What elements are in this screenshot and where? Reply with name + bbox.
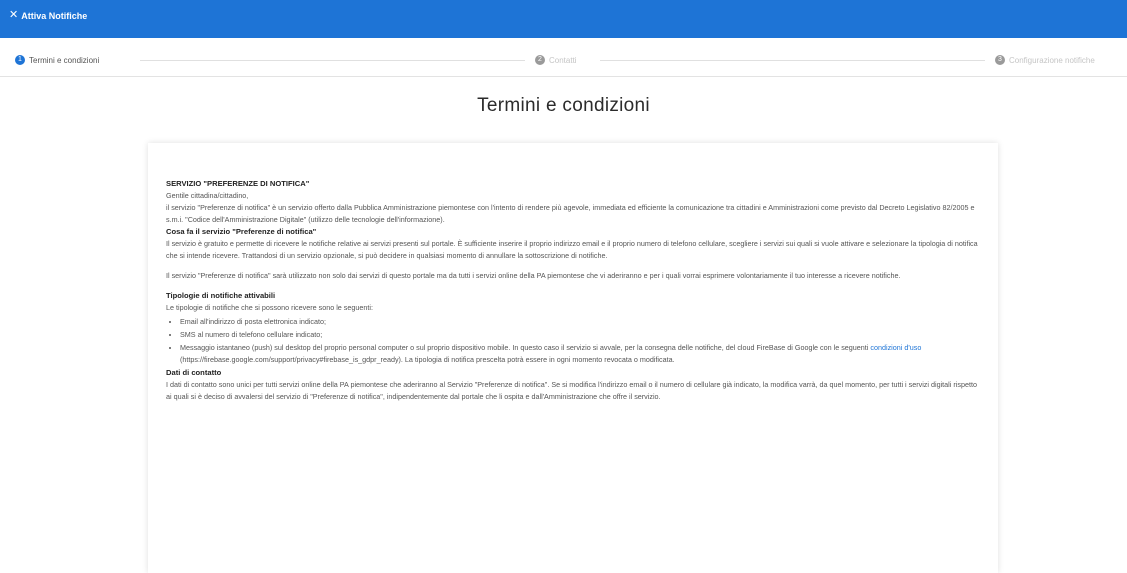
terms-content: SERVIZIO "PREFERENZE DI NOTIFICA" Gentil… <box>166 178 984 403</box>
window-title: Attiva Notifiche <box>21 11 88 21</box>
push-text-after: (https://firebase.google.com/support/pri… <box>180 355 675 364</box>
list-item: Messaggio istantaneo (push) sul desktop … <box>180 342 984 366</box>
push-text-before: Messaggio istantaneo (push) sul desktop … <box>180 343 871 352</box>
step-number: 2 <box>535 55 545 65</box>
types-intro: Le tipologie di notifiche che si possono… <box>166 303 373 312</box>
terms-heading: SERVIZIO "PREFERENZE DI NOTIFICA" <box>166 179 310 188</box>
terms-of-use-link[interactable]: condizioni d'uso <box>870 343 921 352</box>
what-heading: Cosa fa il servizio "Preferenze di notif… <box>166 227 317 236</box>
step-label: Configurazione notifiche <box>1009 55 1095 65</box>
terms-greeting: Gentile cittadina/cittadino, <box>166 191 249 200</box>
step-configuration[interactable]: 3 Configurazione notifiche <box>995 55 1095 65</box>
what-text: Il servizio è gratuito e permette di ric… <box>166 239 978 260</box>
terms-intro: il servizio "Preferenze di notifica" è u… <box>166 203 975 224</box>
stepper: 1 Termini e condizioni 2 Contatti 3 Conf… <box>0 46 1127 77</box>
step-number: 1 <box>15 55 25 65</box>
list-item: SMS al numero di telefono cellulare indi… <box>180 329 984 341</box>
list-item: Email all'indirizzo di posta elettronica… <box>180 316 984 328</box>
contacts-text: I dati di contatto sono unici per tutti … <box>166 380 977 401</box>
step-connector <box>140 60 525 61</box>
close-icon[interactable]: ✕ <box>9 10 18 21</box>
contacts-heading: Dati di contatto <box>166 368 222 377</box>
step-terms[interactable]: 1 Termini e condizioni <box>15 55 99 65</box>
step-label: Termini e condizioni <box>29 55 100 65</box>
step-connector <box>600 60 985 61</box>
app-header: ✕ Attiva Notifiche <box>0 0 1127 38</box>
terms-card: SERVIZIO "PREFERENZE DI NOTIFICA" Gentil… <box>148 143 998 573</box>
types-heading: Tipologie di notifiche attivabili <box>166 291 276 300</box>
step-number: 3 <box>995 55 1005 65</box>
page-title: Termini e condizioni <box>477 95 650 116</box>
step-contacts[interactable]: 2 Contatti <box>535 55 577 65</box>
types-list: Email all'indirizzo di posta elettronica… <box>166 316 984 366</box>
usage-text: Il servizio "Preferenze di notifica" sar… <box>166 271 901 280</box>
step-label: Contatti <box>549 55 577 65</box>
